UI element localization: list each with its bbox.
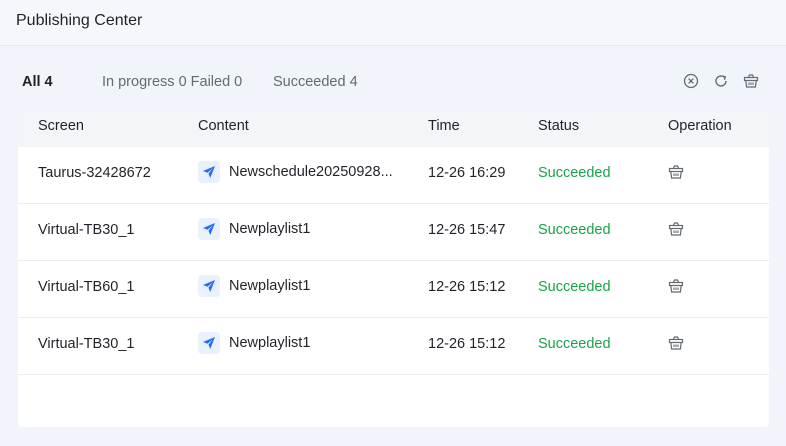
content-cell: Newplaylist1: [198, 218, 310, 240]
table-row: Virtual-TB60_1 Newplaylist1 12-26 15:12 …: [18, 261, 769, 318]
column-time: Time: [428, 118, 460, 134]
column-content: Content: [198, 118, 249, 134]
publish-table: Screen Content Time Status Operation Tau…: [18, 107, 769, 427]
screen-name: Virtual-TB30_1: [38, 336, 135, 352]
filter-all[interactable]: All 4: [22, 74, 53, 90]
refresh-icon[interactable]: [710, 70, 732, 92]
publish-time: 12-26 15:47: [428, 222, 506, 238]
content-name: Newplaylist1: [229, 278, 311, 294]
table-row: Taurus-32428672 Newschedule20250928... 1…: [18, 147, 769, 204]
row-delete-icon[interactable]: [668, 335, 684, 355]
screen-name: Virtual-TB30_1: [38, 222, 135, 238]
page-title: Publishing Center: [16, 12, 143, 29]
status-text: Succeeded: [538, 165, 611, 181]
send-icon: [198, 218, 220, 240]
publish-time: 12-26 16:29: [428, 165, 506, 181]
column-status: Status: [538, 118, 580, 134]
column-operation: Operation: [668, 118, 732, 134]
content-cell: Newplaylist1: [198, 275, 310, 297]
publish-time: 12-26 15:12: [428, 279, 506, 295]
status-text: Succeeded: [538, 279, 611, 295]
row-delete-icon[interactable]: [668, 221, 684, 241]
content-cell: Newschedule20250928...: [198, 161, 393, 183]
filter-succeeded[interactable]: Succeeded 4: [273, 74, 358, 90]
column-screen: Screen: [38, 118, 84, 134]
filter-in-progress-failed[interactable]: In progress 0 Failed 0: [102, 74, 242, 90]
content-cell: Newplaylist1: [198, 332, 310, 354]
header-bar: Publishing Center: [0, 0, 786, 46]
content-name: Newplaylist1: [229, 221, 311, 237]
toolbar: [680, 70, 770, 92]
send-icon: [198, 161, 220, 183]
publish-time: 12-26 15:12: [428, 336, 506, 352]
row-delete-icon[interactable]: [668, 278, 684, 298]
send-icon: [198, 275, 220, 297]
content-name: Newschedule20250928...: [229, 164, 393, 180]
send-icon: [198, 332, 220, 354]
row-delete-icon[interactable]: [668, 164, 684, 184]
table-header: Screen Content Time Status Operation: [18, 107, 769, 147]
screen-name: Taurus-32428672: [38, 165, 151, 181]
delete-icon[interactable]: [740, 70, 762, 92]
status-text: Succeeded: [538, 336, 611, 352]
table-row: Virtual-TB30_1 Newplaylist1 12-26 15:12 …: [18, 318, 769, 375]
status-text: Succeeded: [538, 222, 611, 238]
table-row: Virtual-TB30_1 Newplaylist1 12-26 15:47 …: [18, 204, 769, 261]
screen-name: Virtual-TB60_1: [38, 279, 135, 295]
content-name: Newplaylist1: [229, 335, 311, 351]
clear-icon[interactable]: [680, 70, 702, 92]
